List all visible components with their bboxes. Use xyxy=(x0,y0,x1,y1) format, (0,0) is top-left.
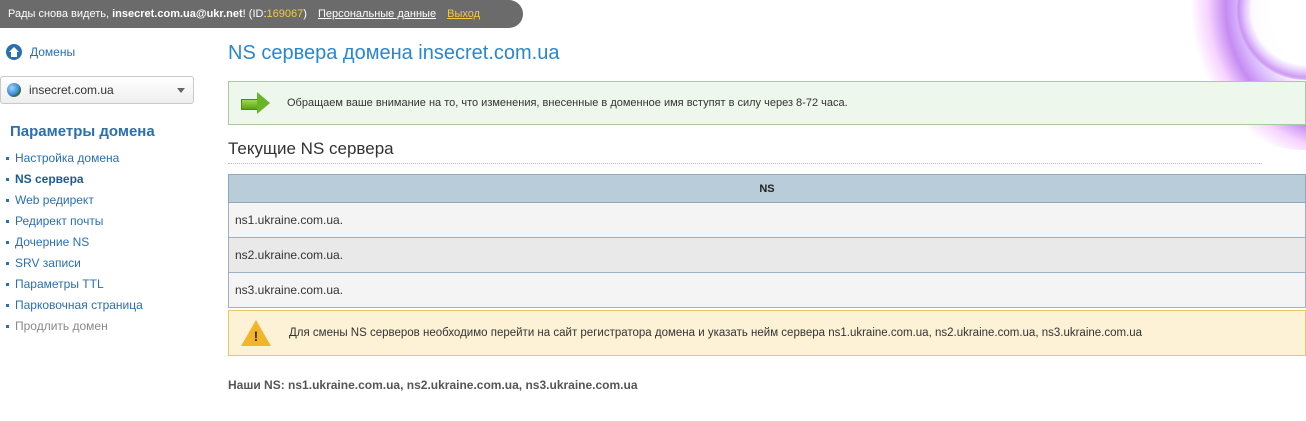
sidebar-menu: Настройка домена NS сервера Web редирект… xyxy=(6,150,143,339)
table-row: ns1.ukraine.com.ua. xyxy=(228,202,1306,238)
greeting-text: Рады снова видеть, xyxy=(8,8,113,20)
user-bar: Рады снова видеть, insecret.com.ua@ukr.n… xyxy=(0,0,523,28)
warning-notice-text: Для смены NS серверов необходимо перейти… xyxy=(289,327,1143,339)
sidebar-item-label: Web редирект xyxy=(15,193,94,207)
info-notice: Обращаем ваше внимание на то, что измене… xyxy=(228,81,1306,125)
bullet-icon xyxy=(6,178,9,181)
bullet-icon xyxy=(6,241,9,244)
ns-cell: ns1.ukraine.com.ua. xyxy=(228,202,1306,238)
home-icon xyxy=(6,44,22,60)
sidebar-item-parking-page[interactable]: Парковочная страница xyxy=(6,297,143,318)
domains-link-label: Домены xyxy=(30,45,76,59)
decorative-swirl xyxy=(1166,0,1306,160)
bullet-icon xyxy=(6,304,9,307)
personal-data-link[interactable]: Персональные данные xyxy=(318,8,436,20)
table-row: ns3.ukraine.com.ua. xyxy=(228,272,1306,308)
sidebar-item-ttl-settings[interactable]: Параметры TTL xyxy=(6,276,143,297)
ns-cell: ns3.ukraine.com.ua. xyxy=(228,272,1306,308)
sidebar-item-label: SRV записи xyxy=(15,256,81,270)
sidebar-section-title: Параметры домена xyxy=(10,123,155,140)
bullet-icon xyxy=(6,325,9,328)
sidebar-item-label: Дочерние NS xyxy=(15,235,90,249)
our-ns-text: Наши NS: ns1.ukraine.com.ua, ns2.ukraine… xyxy=(228,378,638,392)
domains-link[interactable]: Домены xyxy=(6,44,75,60)
ns-table: NS ns1.ukraine.com.ua. ns2.ukraine.com.u… xyxy=(228,174,1306,308)
page-title: NS сервера домена insecret.com.ua xyxy=(228,42,560,64)
user-email: insecret.com.ua@ukr.net xyxy=(112,8,243,20)
table-row: ns2.ukraine.com.ua. xyxy=(228,237,1306,273)
sidebar-item-label: Параметры TTL xyxy=(15,277,104,291)
sidebar-item-srv-records[interactable]: SRV записи xyxy=(6,255,143,276)
sidebar-item-web-redirect[interactable]: Web редирект xyxy=(6,192,143,213)
user-id: 169067 xyxy=(266,8,304,20)
sidebar-item-child-ns[interactable]: Дочерние NS xyxy=(6,234,143,255)
ns-column-header: NS xyxy=(228,174,1306,203)
section-divider xyxy=(228,163,1262,164)
warning-notice: ! Для смены NS серверов необходимо перей… xyxy=(228,310,1306,356)
sidebar-item-label: Парковочная страница xyxy=(15,298,143,312)
domain-select-value: insecret.com.ua xyxy=(29,83,114,97)
logout-link[interactable]: Выход xyxy=(447,8,480,20)
sidebar-item-label: Редирект почты xyxy=(15,214,104,228)
sidebar-item-label: NS сервера xyxy=(15,172,84,186)
id-suffix: ) xyxy=(303,8,307,20)
bullet-icon xyxy=(6,199,9,202)
bullet-icon xyxy=(6,283,9,286)
sidebar-item-mail-redirect[interactable]: Редирект почты xyxy=(6,213,143,234)
sidebar-item-renew-domain: Продлить домен xyxy=(6,318,143,339)
section-title: Текущие NS сервера xyxy=(228,139,394,158)
arrow-right-icon xyxy=(241,92,271,114)
chevron-down-icon xyxy=(177,88,185,93)
info-notice-text: Обращаем ваше внимание на то, что измене… xyxy=(287,97,848,109)
bullet-icon xyxy=(6,157,9,160)
domain-select[interactable]: insecret.com.ua xyxy=(0,76,194,104)
warning-icon: ! xyxy=(241,320,271,346)
id-prefix: ! (ID: xyxy=(242,8,267,20)
globe-icon xyxy=(7,83,21,97)
ns-cell: ns2.ukraine.com.ua. xyxy=(228,237,1306,273)
bullet-icon xyxy=(6,220,9,223)
sidebar-item-ns-servers[interactable]: NS сервера xyxy=(6,171,143,192)
sidebar-item-domain-settings[interactable]: Настройка домена xyxy=(6,150,143,171)
sidebar-item-label: Продлить домен xyxy=(15,319,108,333)
bullet-icon xyxy=(6,262,9,265)
sidebar-item-label: Настройка домена xyxy=(15,151,120,165)
